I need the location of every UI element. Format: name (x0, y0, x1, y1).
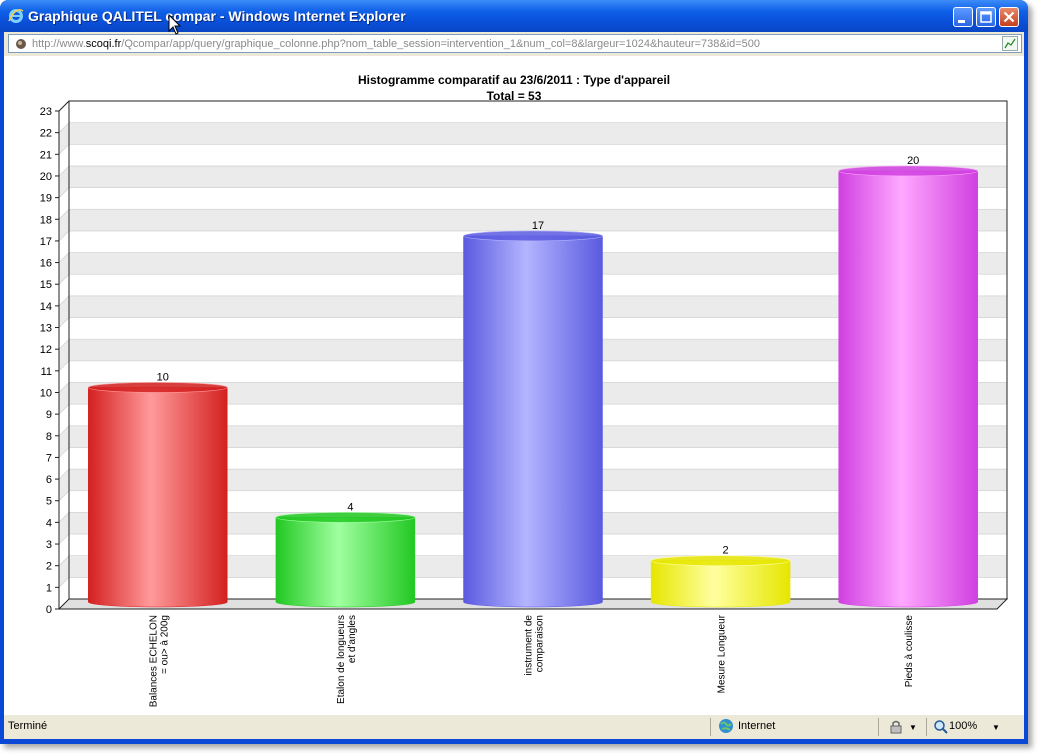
security-dropdown-icon[interactable]: ▼ (909, 723, 917, 732)
bar (650, 560, 791, 608)
status-divider (878, 718, 879, 736)
category-label: Mesure Longueur (717, 614, 728, 693)
y-tick-label: 14 (40, 301, 52, 313)
bar-top (275, 512, 416, 523)
security-icon[interactable] (888, 719, 904, 735)
page-icon (16, 39, 26, 49)
y-tick-label: 9 (46, 409, 52, 421)
y-tick-label: 22 (40, 128, 52, 140)
y-tick-label: 5 (46, 496, 52, 508)
y-tick-label: 18 (40, 214, 52, 226)
y-tick-label: 12 (40, 344, 52, 356)
maximize-button[interactable] (976, 7, 996, 27)
y-tick-label: 0 (46, 604, 52, 616)
y-tick-label: 13 (40, 323, 52, 335)
y-tick-label: 21 (40, 149, 52, 161)
compat-view-icon[interactable] (1002, 36, 1018, 51)
window-title: Graphique QALITEL compar - Windows Inter… (28, 8, 406, 24)
browser-window: Graphique QALITEL compar - Windows Inter… (0, 0, 1028, 744)
chart-area: 0123456789101112131415161718192021222310… (40, 100, 1009, 707)
title-bar[interactable]: Graphique QALITEL compar - Windows Inter… (0, 0, 1028, 32)
zoom-level[interactable]: 100% (949, 720, 977, 732)
y-tick-label: 6 (46, 474, 52, 486)
category-label-line: Balances ECHELON (148, 615, 159, 707)
bar (88, 387, 228, 608)
compat-view-glyph (1004, 38, 1016, 49)
zoom-dropdown-icon[interactable]: ▼ (992, 723, 1000, 732)
close-button[interactable] (999, 7, 1019, 27)
bar-top (88, 382, 228, 393)
status-bar: Terminé Internet ▼ 100% ▼ (4, 714, 1024, 739)
page-content: Histogramme comparatif au 23/6/2011 : Ty… (4, 56, 1024, 714)
bar-value-label: 10 (157, 371, 169, 383)
y-tick-label: 16 (40, 258, 52, 270)
address-bar: http://www.scoqi.fr/Qcompar/app/query/gr… (4, 32, 1024, 56)
globe-icon (719, 719, 733, 733)
y-tick-label: 8 (46, 431, 52, 443)
category-label-line: comparaison (535, 615, 546, 672)
category-label-line: instrument de (524, 615, 535, 676)
zone-label: Internet (738, 720, 776, 732)
status-text: Terminé (8, 720, 48, 732)
bar-top (650, 555, 791, 566)
bar (275, 517, 416, 608)
maximize-icon (980, 11, 992, 23)
bar (838, 170, 978, 608)
bar-value-label: 17 (532, 220, 544, 232)
zoom-icon[interactable] (933, 719, 949, 735)
category-label-line: et d'angles (347, 615, 358, 663)
grid-band (68, 122, 1008, 145)
y-tick-label: 10 (40, 387, 52, 399)
y-tick-label: 20 (40, 171, 52, 183)
category-label-line: = ou> à 200g (159, 615, 170, 674)
category-label: instrument de comparaison (524, 615, 546, 676)
address-field[interactable]: http://www.scoqi.fr/Qcompar/app/query/gr… (8, 34, 1022, 53)
minimize-button[interactable] (953, 7, 973, 27)
bar-value-label: 2 (723, 545, 729, 557)
y-tick-label: 15 (40, 279, 52, 291)
category-label: Balances ECHELON = ou> à 200g (148, 615, 170, 707)
mouse-cursor-icon (168, 14, 182, 35)
grid-band (68, 144, 1008, 167)
y-tick-label: 11 (41, 366, 52, 378)
close-icon (1003, 11, 1015, 23)
y-tick-label: 4 (46, 517, 52, 529)
bar (463, 235, 603, 608)
url-rest: /Qcompar/app/query/graphique_colonne.php… (121, 38, 761, 50)
category-label-line: Etalon de longueurs (336, 615, 347, 704)
minimize-icon (958, 20, 965, 23)
bar-value-label: 20 (907, 155, 919, 167)
category-label: Pieds à coulisse (904, 615, 915, 688)
category-label: Etalon de longueurs et d'angles (336, 615, 358, 704)
y-tick-label: 1 (46, 582, 52, 594)
y-tick-label: 17 (40, 236, 52, 248)
y-tick-label: 2 (46, 561, 52, 573)
ie-logo-icon (8, 9, 24, 23)
bar-top (463, 230, 603, 242)
url-prefix: http://www. (32, 38, 86, 50)
category-label-line: Pieds à coulisse (904, 615, 915, 688)
status-divider (926, 718, 927, 736)
category-label-line: Mesure Longueur (717, 614, 728, 693)
grid-band (68, 100, 1008, 123)
status-divider (710, 718, 711, 736)
y-tick-label: 3 (46, 539, 52, 551)
address-url: http://www.scoqi.fr/Qcompar/app/query/gr… (32, 38, 760, 50)
bar-value-label: 4 (347, 501, 353, 513)
url-domain: scoqi.fr (85, 38, 122, 50)
bar-top (838, 165, 979, 177)
y-tick-label: 23 (40, 106, 52, 118)
y-tick-label: 19 (40, 193, 52, 205)
y-tick-label: 7 (46, 452, 52, 464)
